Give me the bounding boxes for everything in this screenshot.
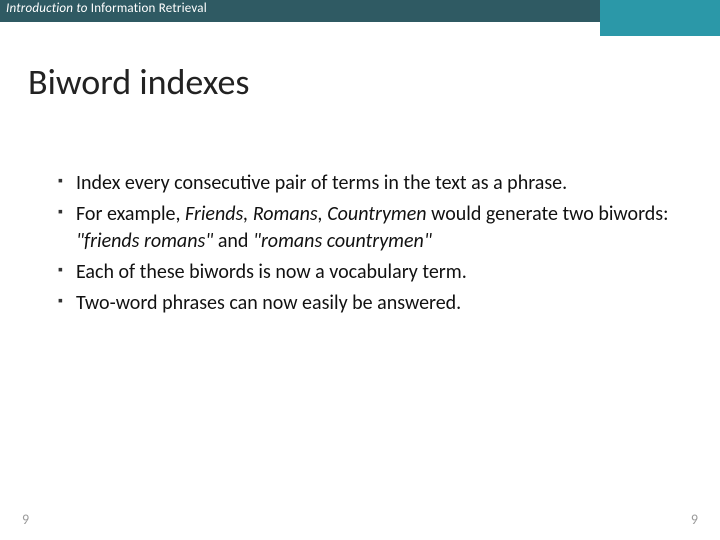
- bullet-text: would generate two biwords:: [427, 202, 669, 226]
- bullet-text-italic: "friends romans": [76, 229, 213, 253]
- bullet-text: Each of these biwords is now a vocabular…: [76, 260, 467, 284]
- header-prefix: Introduction to: [6, 1, 91, 16]
- header-chapter: Information Retrieval: [91, 1, 207, 16]
- bullet-text-italic: "romans countrymen": [253, 229, 432, 253]
- header-title: Introduction to Information Retrieval: [6, 1, 207, 16]
- page-title: Biword indexes: [28, 60, 249, 104]
- footer-page-right: 9: [691, 511, 698, 528]
- bullet-text-italic: Friends, Romans, Countrymen: [185, 202, 427, 226]
- body-text: Index every consecutive pair of terms in…: [58, 170, 670, 321]
- bullet-text: and: [213, 229, 253, 253]
- bullet-item: Each of these biwords is now a vocabular…: [58, 259, 670, 286]
- bullet-text: Index every consecutive pair of terms in…: [76, 171, 567, 195]
- bullet-item: For example, Friends, Romans, Countrymen…: [58, 201, 670, 255]
- slide: Introduction to Information Retrieval Bi…: [0, 0, 720, 540]
- header-accent: [600, 0, 720, 36]
- bullet-item: Two-word phrases can now easily be answe…: [58, 290, 670, 317]
- bullet-item: Index every consecutive pair of terms in…: [58, 170, 670, 197]
- bullet-text: Two-word phrases can now easily be answe…: [76, 291, 461, 315]
- bullet-text: For example,: [76, 202, 185, 226]
- footer-page-left: 9: [22, 511, 29, 528]
